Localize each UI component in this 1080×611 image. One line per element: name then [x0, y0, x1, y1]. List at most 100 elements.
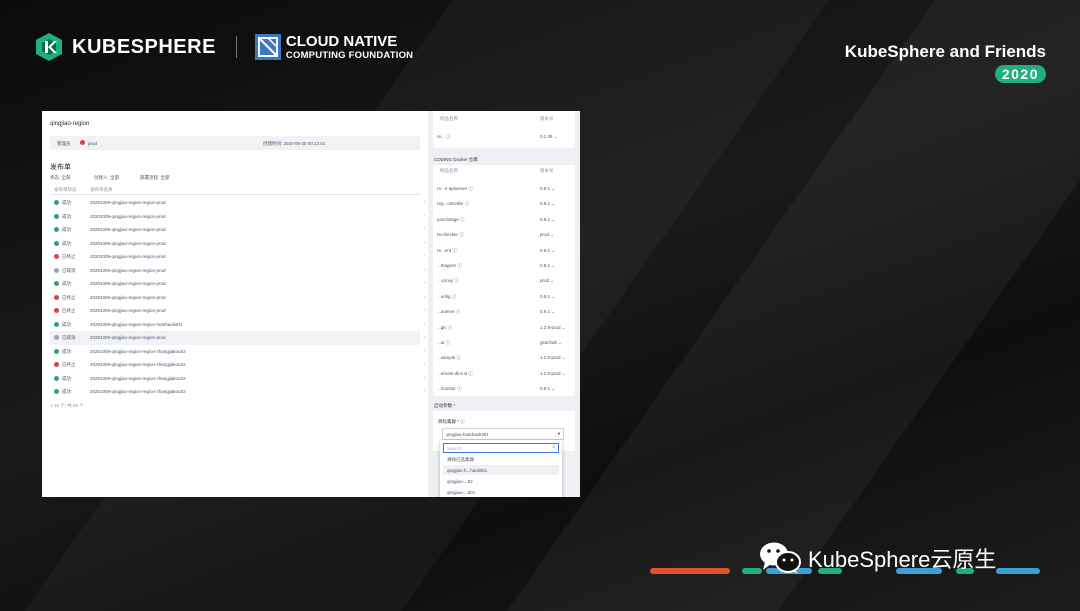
- col-image-header: 制品名称: [440, 116, 458, 121]
- table-row[interactable]: 已终止 20201009-qingjiao-region-region-prod ›: [50, 304, 426, 318]
- section-title: 发布单: [50, 164, 71, 171]
- registry-item-version[interactable]: 0.9.1 ⌄: [540, 186, 555, 192]
- table-row[interactable]: 成功 20201009-qingjiao-region-region-prod ›: [50, 237, 426, 251]
- cluster-dropdown: Search ⌕ 清除已选集群 qingjiao-h...haokit01 qi…: [440, 440, 562, 497]
- row-status: 成功: [62, 200, 71, 205]
- registry-item-version[interactable]: 0.9.1 ⌄: [540, 263, 555, 269]
- registry-item-name: ...oueme ⓘ: [437, 309, 461, 315]
- row-status: 已取消: [62, 335, 76, 340]
- row-name: 20201009-qingjiao-region-region-zhangjia…: [90, 389, 186, 394]
- registry-item-name: ...gic ⓘ: [437, 324, 453, 330]
- registry-item-version[interactable]: prod ⌄: [540, 278, 554, 284]
- row-name: 20201009-qingjiao-region-region-prod: [90, 240, 166, 246]
- registry-col-version: 版本号: [540, 168, 554, 173]
- event-label: KubeSphere and Friends 2020: [845, 42, 1046, 84]
- bar-blue: [996, 568, 1040, 574]
- status-cancel-icon: [54, 335, 59, 340]
- registry-item-name: re...n-apiserver ⓘ: [437, 186, 474, 191]
- row-status: 已终止: [62, 294, 76, 300]
- chevron-right-icon: ›: [424, 212, 426, 218]
- col-name: 发布单名称: [90, 187, 113, 192]
- artifact-panel: 制品名称 版本号 re... ⓘ 0.1.39 ⌄ CODING Docker …: [428, 111, 580, 497]
- chevron-right-icon: ›: [424, 199, 426, 204]
- registry-item-version[interactable]: 0.9.1 ⌄: [540, 248, 555, 254]
- artifact-name: re... ⓘ: [437, 134, 451, 139]
- cncf-wordmark: CLOUD NATIVE COMPUTING FOUNDATION: [286, 34, 413, 61]
- status-ok-icon: [54, 375, 59, 381]
- dropdown-clear-item[interactable]: 清除已选集群: [443, 454, 559, 464]
- release-list-pane: qingjiao-region 管理员 prod 创建时间: 2020-05-2…: [42, 111, 428, 497]
- registry-item-version[interactable]: 0.9.1 ⌄: [540, 386, 555, 392]
- table-row[interactable]: 成功 20201009-qingjiao-region-region-prod ›: [50, 210, 426, 224]
- row-status: 已终止: [62, 362, 76, 367]
- registry-item-version[interactable]: 0.9.1 ⌄: [540, 201, 555, 207]
- screenshot-panel: qingjiao-region 管理员 prod 创建时间: 2020-05-2…: [42, 111, 580, 497]
- cluster-select[interactable]: qingjiao-hutehaokit01 ▾: [442, 428, 564, 440]
- table-row[interactable]: 成功 20201009-qingjiao-region-region-prod ›: [50, 277, 426, 291]
- info-time: 创建时间: 2020-05-20 00:13:01: [263, 141, 326, 146]
- filter-status[interactable]: 状态: 全部: [50, 175, 71, 181]
- brand-divider: [235, 36, 237, 58]
- table-row[interactable]: 已终止 20201009-qingjiao-region-region-zhang…: [50, 358, 426, 372]
- table-row[interactable]: 成功 20201009-qingjiao-region-region-zhangj…: [50, 345, 426, 359]
- registry-item-version[interactable]: glotchalt ⌄: [540, 340, 562, 346]
- table-row[interactable]: 成功 20201009-qingjiao-region-region-huteha…: [50, 318, 426, 332]
- chevron-right-icon: ›: [424, 266, 426, 272]
- dropdown-item-cluster[interactable]: qingjiao-h...haokit01: [443, 465, 559, 475]
- registry-item-version[interactable]: 1.2.8-prod ⌄: [540, 355, 566, 361]
- filter-pipeline[interactable]: 部署流程: 全部: [140, 175, 170, 181]
- table-row[interactable]: 成功 20201009-qingjiao-region-region-prod ›: [50, 223, 426, 237]
- status-fail-icon: [54, 362, 59, 367]
- table-row[interactable]: 成功 20201009-qingjiao-region-region-zhangj…: [50, 372, 426, 386]
- col-status: 发布单状态: [54, 187, 77, 192]
- chevron-right-icon: ›: [424, 320, 426, 326]
- env-dot-icon: [80, 140, 85, 145]
- status-ok-icon: [54, 213, 59, 219]
- registry-item-version[interactable]: 0.9.1 ⌄: [540, 309, 555, 315]
- chevron-down-icon: ▾: [557, 430, 560, 436]
- status-ok-icon: [54, 389, 59, 394]
- table-row[interactable]: 成功 20201009-qingjiao-region-region-zhangj…: [50, 385, 426, 399]
- startup-params-label: 启动参数 *: [434, 403, 456, 408]
- status-ok-icon: [54, 200, 59, 205]
- registry-item-version[interactable]: 1.2.8-prod ⌄: [540, 371, 566, 377]
- info-label: 管理员: [57, 141, 71, 146]
- row-status: 成功: [62, 281, 71, 286]
- registry-item-name: ...thagent ⓘ: [437, 263, 462, 268]
- kubesphere-logo-icon: [36, 33, 62, 61]
- artifact-version[interactable]: 0.1.39 ⌄: [540, 134, 558, 140]
- row-name: 20201009-qingjiao-region-region-prod: [90, 267, 166, 273]
- registry-item-version[interactable]: prod ⌄: [540, 232, 554, 238]
- table-row[interactable]: 成功 20201009-qingjiao-region-region-prod ›: [50, 196, 426, 210]
- registry-item-name: ...ut ⓘ: [437, 340, 451, 345]
- chevron-right-icon: ›: [424, 226, 426, 231]
- account-name: KubeSphere云原生: [808, 547, 997, 572]
- filter-creator[interactable]: 创建人: 全部: [94, 175, 119, 181]
- chevron-right-icon: ›: [424, 361, 426, 366]
- table-row[interactable]: 已终止 20201009-qingjiao-region-region-prod ›: [50, 291, 426, 305]
- registry-item-version[interactable]: 0.9.1 ⌄: [540, 217, 555, 223]
- row-name: 20201009-qingjiao-region-region-hutehaok…: [90, 321, 183, 327]
- registry-item-name: ...onfig ⓘ: [437, 293, 457, 299]
- dropdown-item-cluster[interactable]: qingjiao-...d01: [443, 487, 559, 497]
- table-row[interactable]: 已终止 20201009-qingjiao-region-region-prod ›: [50, 250, 426, 264]
- registry-item-version[interactable]: 0.9.1 ⌄: [540, 294, 555, 300]
- chevron-right-icon: ›: [424, 307, 426, 312]
- row-status: 成功: [62, 389, 71, 394]
- cluster-search-input[interactable]: Search ⌕: [443, 443, 559, 453]
- table-row[interactable]: 已取消 20201009-qingjiao-region-region-prod ›: [50, 331, 426, 345]
- table-row[interactable]: 已取消 20201009-qingjiao-region-region-prod ›: [50, 264, 426, 278]
- chevron-right-icon: ›: [424, 293, 426, 299]
- cluster-select-value: qingjiao-hutehaokit01: [446, 431, 489, 437]
- footer-account: KubeSphere云原生: [758, 540, 996, 576]
- chevron-right-icon: ›: [424, 374, 426, 380]
- registry-item-version[interactable]: 1.2.8-prod ⌄: [540, 325, 566, 331]
- status-ok-icon: [54, 281, 59, 286]
- status-cancel-icon: [54, 267, 59, 273]
- dropdown-item-cluster[interactable]: qingjiao-...02: [443, 476, 559, 486]
- chevron-right-icon: ›: [424, 334, 426, 339]
- status-fail-icon: [54, 254, 59, 259]
- row-name: 20201009-qingjiao-region-region-prod: [90, 308, 166, 313]
- row-status: 成功: [62, 227, 71, 232]
- chevron-right-icon: ›: [424, 347, 426, 353]
